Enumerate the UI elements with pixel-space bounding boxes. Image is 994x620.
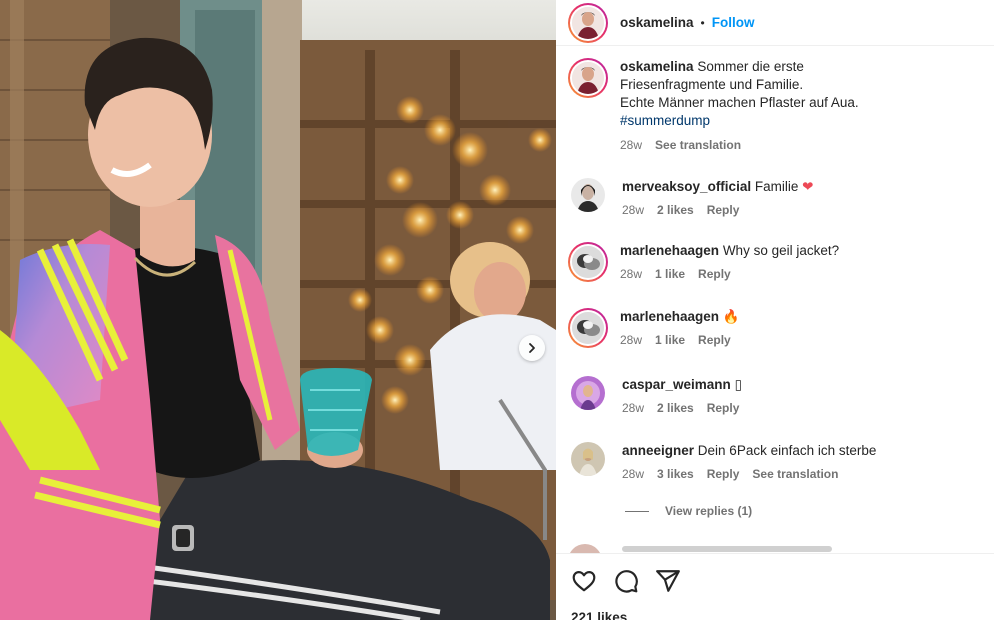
caption-text-line1: Sommer die erste <box>697 59 804 74</box>
view-replies-label: View replies (1) <box>665 504 753 518</box>
comment-likes[interactable]: 1 like <box>655 265 685 283</box>
comment-text: Dein 6Pack einfach ich sterbe <box>697 443 877 458</box>
comment-likes[interactable]: 1 like <box>655 331 685 349</box>
avatar-image <box>571 178 605 212</box>
comment-item: marlenehaagen 🔥 28w 1 like Reply <box>568 308 990 349</box>
post-actions-bar: 221 likes <box>556 553 994 620</box>
post-photo <box>0 0 556 620</box>
comment-avatar[interactable] <box>571 376 605 410</box>
comment-text: ▯ <box>734 377 743 392</box>
chevron-right-icon <box>529 343 535 353</box>
comment-see-translation[interactable]: See translation <box>752 465 838 483</box>
comments-list[interactable]: oskamelina Sommer die erste Friesenfragm… <box>556 46 994 553</box>
separator-dot: • <box>700 15 705 30</box>
like-button[interactable] <box>571 568 597 594</box>
comment-username[interactable]: merveaksoy_official <box>622 179 751 194</box>
avatar-image <box>572 62 604 94</box>
comment-likes[interactable]: 3 likes <box>657 465 694 483</box>
comment-timestamp[interactable]: 28w <box>622 201 644 219</box>
comment-avatar[interactable] <box>571 442 605 476</box>
reply-button[interactable]: Reply <box>698 331 731 349</box>
comment-username[interactable]: marlenehaagen <box>620 309 719 324</box>
caption-timestamp[interactable]: 28w <box>620 136 642 154</box>
post-sidebar: oskamelina • Follow oskamelina Sommer di… <box>556 0 994 620</box>
reply-button[interactable]: Reply <box>707 399 740 417</box>
post-header: oskamelina • Follow <box>556 0 994 46</box>
author-username[interactable]: oskamelina <box>620 15 694 30</box>
comment-avatar-partial[interactable] <box>568 544 602 553</box>
comment-timestamp[interactable]: 28w <box>620 331 642 349</box>
comment-avatar[interactable] <box>571 178 605 212</box>
comment-username[interactable]: caspar_weimann <box>622 377 731 392</box>
reply-button[interactable]: Reply <box>707 201 740 219</box>
avatar-image <box>571 376 605 410</box>
comment-timestamp[interactable]: 28w <box>622 465 644 483</box>
comment-icon <box>615 570 638 593</box>
comment-item: merveaksoy_official Familie ❤ 28w 2 like… <box>568 178 992 219</box>
avatar-image <box>572 246 604 278</box>
comment-item: marlenehaagen Why so geil jacket? 28w 1 … <box>568 242 990 283</box>
likes-count[interactable]: 221 likes <box>571 610 627 620</box>
red-heart-emoji: ❤ <box>802 179 814 194</box>
reply-button[interactable]: Reply <box>707 465 740 483</box>
comment-text-partial <box>622 546 832 552</box>
heart-icon <box>572 571 596 592</box>
comment-likes[interactable]: 2 likes <box>657 399 694 417</box>
comment-likes[interactable]: 2 likes <box>657 201 694 219</box>
caption-text-line3: Echte Männer machen Pflaster auf Aua. <box>620 95 859 110</box>
caption-hashtag[interactable]: #summerdump <box>620 112 990 130</box>
comment-username[interactable]: anneeigner <box>622 443 694 458</box>
comment-item: anneeigner Dein 6Pack einfach ich sterbe… <box>568 442 992 483</box>
carousel-next-button[interactable] <box>519 335 545 361</box>
comment-text: Familie <box>754 179 803 194</box>
share-button[interactable] <box>655 568 681 594</box>
reply-button[interactable]: Reply <box>698 265 731 283</box>
caption-username[interactable]: oskamelina <box>620 59 694 74</box>
comment-text: Why so geil jacket? <box>722 243 840 258</box>
comment-button[interactable] <box>613 568 639 594</box>
fire-emoji: 🔥 <box>722 309 740 324</box>
divider-line <box>625 510 649 512</box>
comment-timestamp[interactable]: 28w <box>622 399 644 417</box>
caption-text-line2: Friesenfragmente und Familie. <box>620 77 804 92</box>
avatar-image <box>572 312 604 344</box>
caption: oskamelina Sommer die erste Friesenfragm… <box>568 58 990 154</box>
caption-avatar[interactable] <box>568 58 608 98</box>
author-avatar[interactable] <box>568 2 608 43</box>
comment-avatar[interactable] <box>568 308 608 348</box>
photo-illustration <box>0 0 556 620</box>
avatar-image <box>572 6 604 39</box>
send-icon <box>656 570 680 592</box>
comment-timestamp[interactable]: 28w <box>620 265 642 283</box>
view-replies-button[interactable]: View replies (1) <box>625 504 752 518</box>
follow-button[interactable]: Follow <box>712 15 755 30</box>
avatar-image <box>571 442 605 476</box>
comment-avatar[interactable] <box>568 242 608 282</box>
caption-see-translation[interactable]: See translation <box>655 136 741 154</box>
comment-username[interactable]: marlenehaagen <box>620 243 719 258</box>
comment-item: caspar_weimann ▯ 28w 2 likes Reply <box>568 376 992 417</box>
